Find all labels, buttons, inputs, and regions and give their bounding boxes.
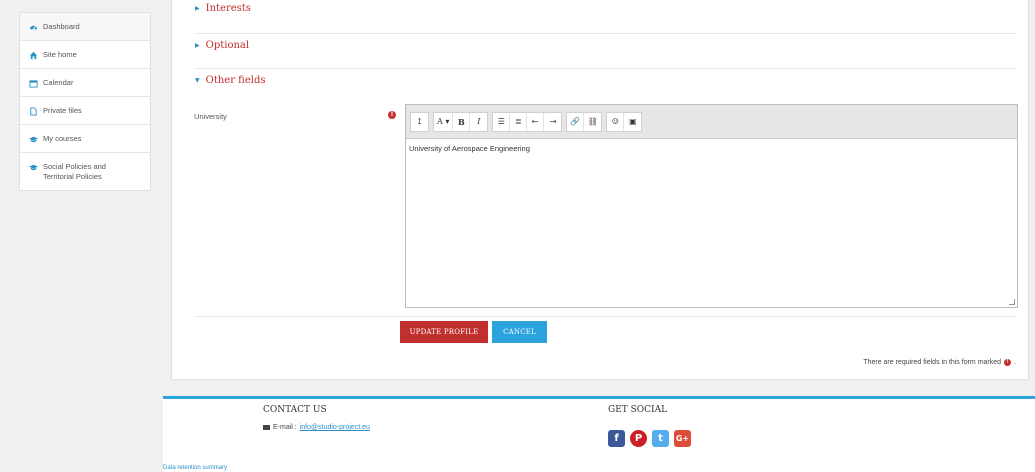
emoticon-icon[interactable]: ☺: [607, 112, 625, 131]
section-interests-toggle[interactable]: ▶ Interests: [195, 3, 1017, 14]
link-icon[interactable]: 🔗: [567, 112, 585, 131]
required-icon: !: [1004, 359, 1012, 366]
toolbar-group-links: 🔗 ⛓: [566, 111, 603, 132]
university-label: University: [194, 112, 227, 121]
sidebar-item-site-home[interactable]: Site home: [20, 41, 150, 69]
sidebar-item-private-files[interactable]: Private files: [20, 97, 150, 125]
unlink-icon[interactable]: ⛓: [584, 113, 601, 131]
caret-down-icon: ▼: [195, 77, 200, 84]
outdent-icon[interactable]: ⇤: [527, 112, 545, 131]
section-interests: ▶ Interests: [195, 0, 1017, 34]
section-label: Interests: [205, 3, 251, 14]
email-label: E-mail :: [273, 424, 297, 431]
twitter-icon[interactable]: t: [652, 430, 669, 447]
cancel-button[interactable]: CANCEL: [492, 321, 547, 343]
sidebar-item-calendar[interactable]: Calendar: [20, 69, 150, 97]
sidebar-item-label: Social Policies and Territorial Policies: [43, 162, 106, 181]
resize-handle-icon[interactable]: [1009, 299, 1015, 305]
profile-form: ▶ Interests ▶ Optional ▼ Other fields Un…: [171, 0, 1029, 380]
graduation-cap-icon: [29, 163, 38, 172]
file-icon: [29, 107, 38, 116]
contact-email: E-mail : info@studio-project.eu: [263, 424, 370, 431]
editor-toolbar: ↥ A ▾ B I ☰ ≣ ⇤ ⇥ 🔗 ⛓ ☺ ▣: [406, 105, 1017, 139]
image-icon[interactable]: ▣: [624, 113, 641, 131]
data-retention-link[interactable]: Data retention summary: [163, 465, 227, 471]
sidebar-item-my-courses[interactable]: My courses: [20, 125, 150, 153]
unordered-list-icon[interactable]: ☰: [493, 112, 511, 131]
section-optional: ▶ Optional: [195, 34, 1017, 69]
toolbar-group-lists: ☰ ≣ ⇤ ⇥: [492, 111, 563, 132]
home-icon: [29, 51, 38, 60]
required-note-period: .: [1014, 359, 1016, 366]
italic-icon[interactable]: I: [470, 113, 487, 131]
toolbar-group-collapse: ↥: [410, 111, 429, 132]
graduation-cap-icon: [29, 135, 38, 144]
update-profile-button[interactable]: UPDATE PROFILE: [400, 321, 488, 343]
required-fields-note: There are required fields in this form m…: [863, 359, 1016, 366]
section-optional-toggle[interactable]: ▶ Optional: [195, 40, 1017, 51]
form-divider: [195, 316, 1017, 317]
collapse-toolbar-icon[interactable]: ↥: [411, 113, 428, 131]
toolbar-group-text: A ▾ B I: [433, 111, 489, 132]
required-icon: !: [388, 111, 396, 119]
university-editor[interactable]: ↥ A ▾ B I ☰ ≣ ⇤ ⇥ 🔗 ⛓ ☺ ▣ University of: [405, 104, 1018, 308]
email-link[interactable]: info@studio-project.eu: [300, 424, 370, 431]
contact-heading: CONTACT US: [263, 405, 327, 415]
section-label: Other fields: [205, 75, 266, 86]
required-note-text: There are required fields in this form m…: [863, 359, 1002, 366]
google-plus-icon[interactable]: G+: [674, 430, 691, 447]
social-links: f P t G+: [608, 430, 691, 447]
sidebar-item-label: Calendar: [43, 78, 74, 87]
facebook-icon[interactable]: f: [608, 430, 625, 447]
calendar-icon: [29, 79, 38, 88]
ordered-list-icon[interactable]: ≣: [510, 112, 528, 131]
pinterest-icon[interactable]: P: [630, 430, 647, 447]
sidebar-nav: Dashboard Site home Calendar Private fil…: [19, 12, 151, 191]
footer: CONTACT US E-mail : info@studio-project.…: [163, 399, 1035, 472]
toolbar-group-media: ☺ ▣: [606, 111, 643, 132]
social-heading: GET SOCIAL: [608, 405, 668, 415]
university-editor-content[interactable]: University of Aerospace Engineering: [406, 139, 1017, 158]
dashboard-icon: [29, 23, 38, 32]
envelope-icon: [263, 425, 270, 430]
caret-right-icon: ▶: [195, 42, 200, 49]
font-style-icon[interactable]: A ▾: [434, 112, 454, 131]
sidebar-item-label: My courses: [43, 134, 82, 143]
indent-icon[interactable]: ⇥: [544, 113, 561, 131]
section-label: Optional: [205, 40, 250, 51]
sidebar-item-dashboard[interactable]: Dashboard: [20, 13, 150, 41]
sidebar-item-label: Private files: [43, 106, 82, 115]
sidebar-item-label: Site home: [43, 50, 77, 59]
sidebar-item-label: Dashboard: [43, 22, 80, 31]
caret-right-icon: ▶: [195, 5, 200, 12]
sidebar-item-course[interactable]: Social Policies and Territorial Policies: [20, 153, 150, 190]
bold-icon[interactable]: B: [453, 112, 471, 131]
section-other-fields-toggle[interactable]: ▼ Other fields: [195, 75, 1017, 86]
